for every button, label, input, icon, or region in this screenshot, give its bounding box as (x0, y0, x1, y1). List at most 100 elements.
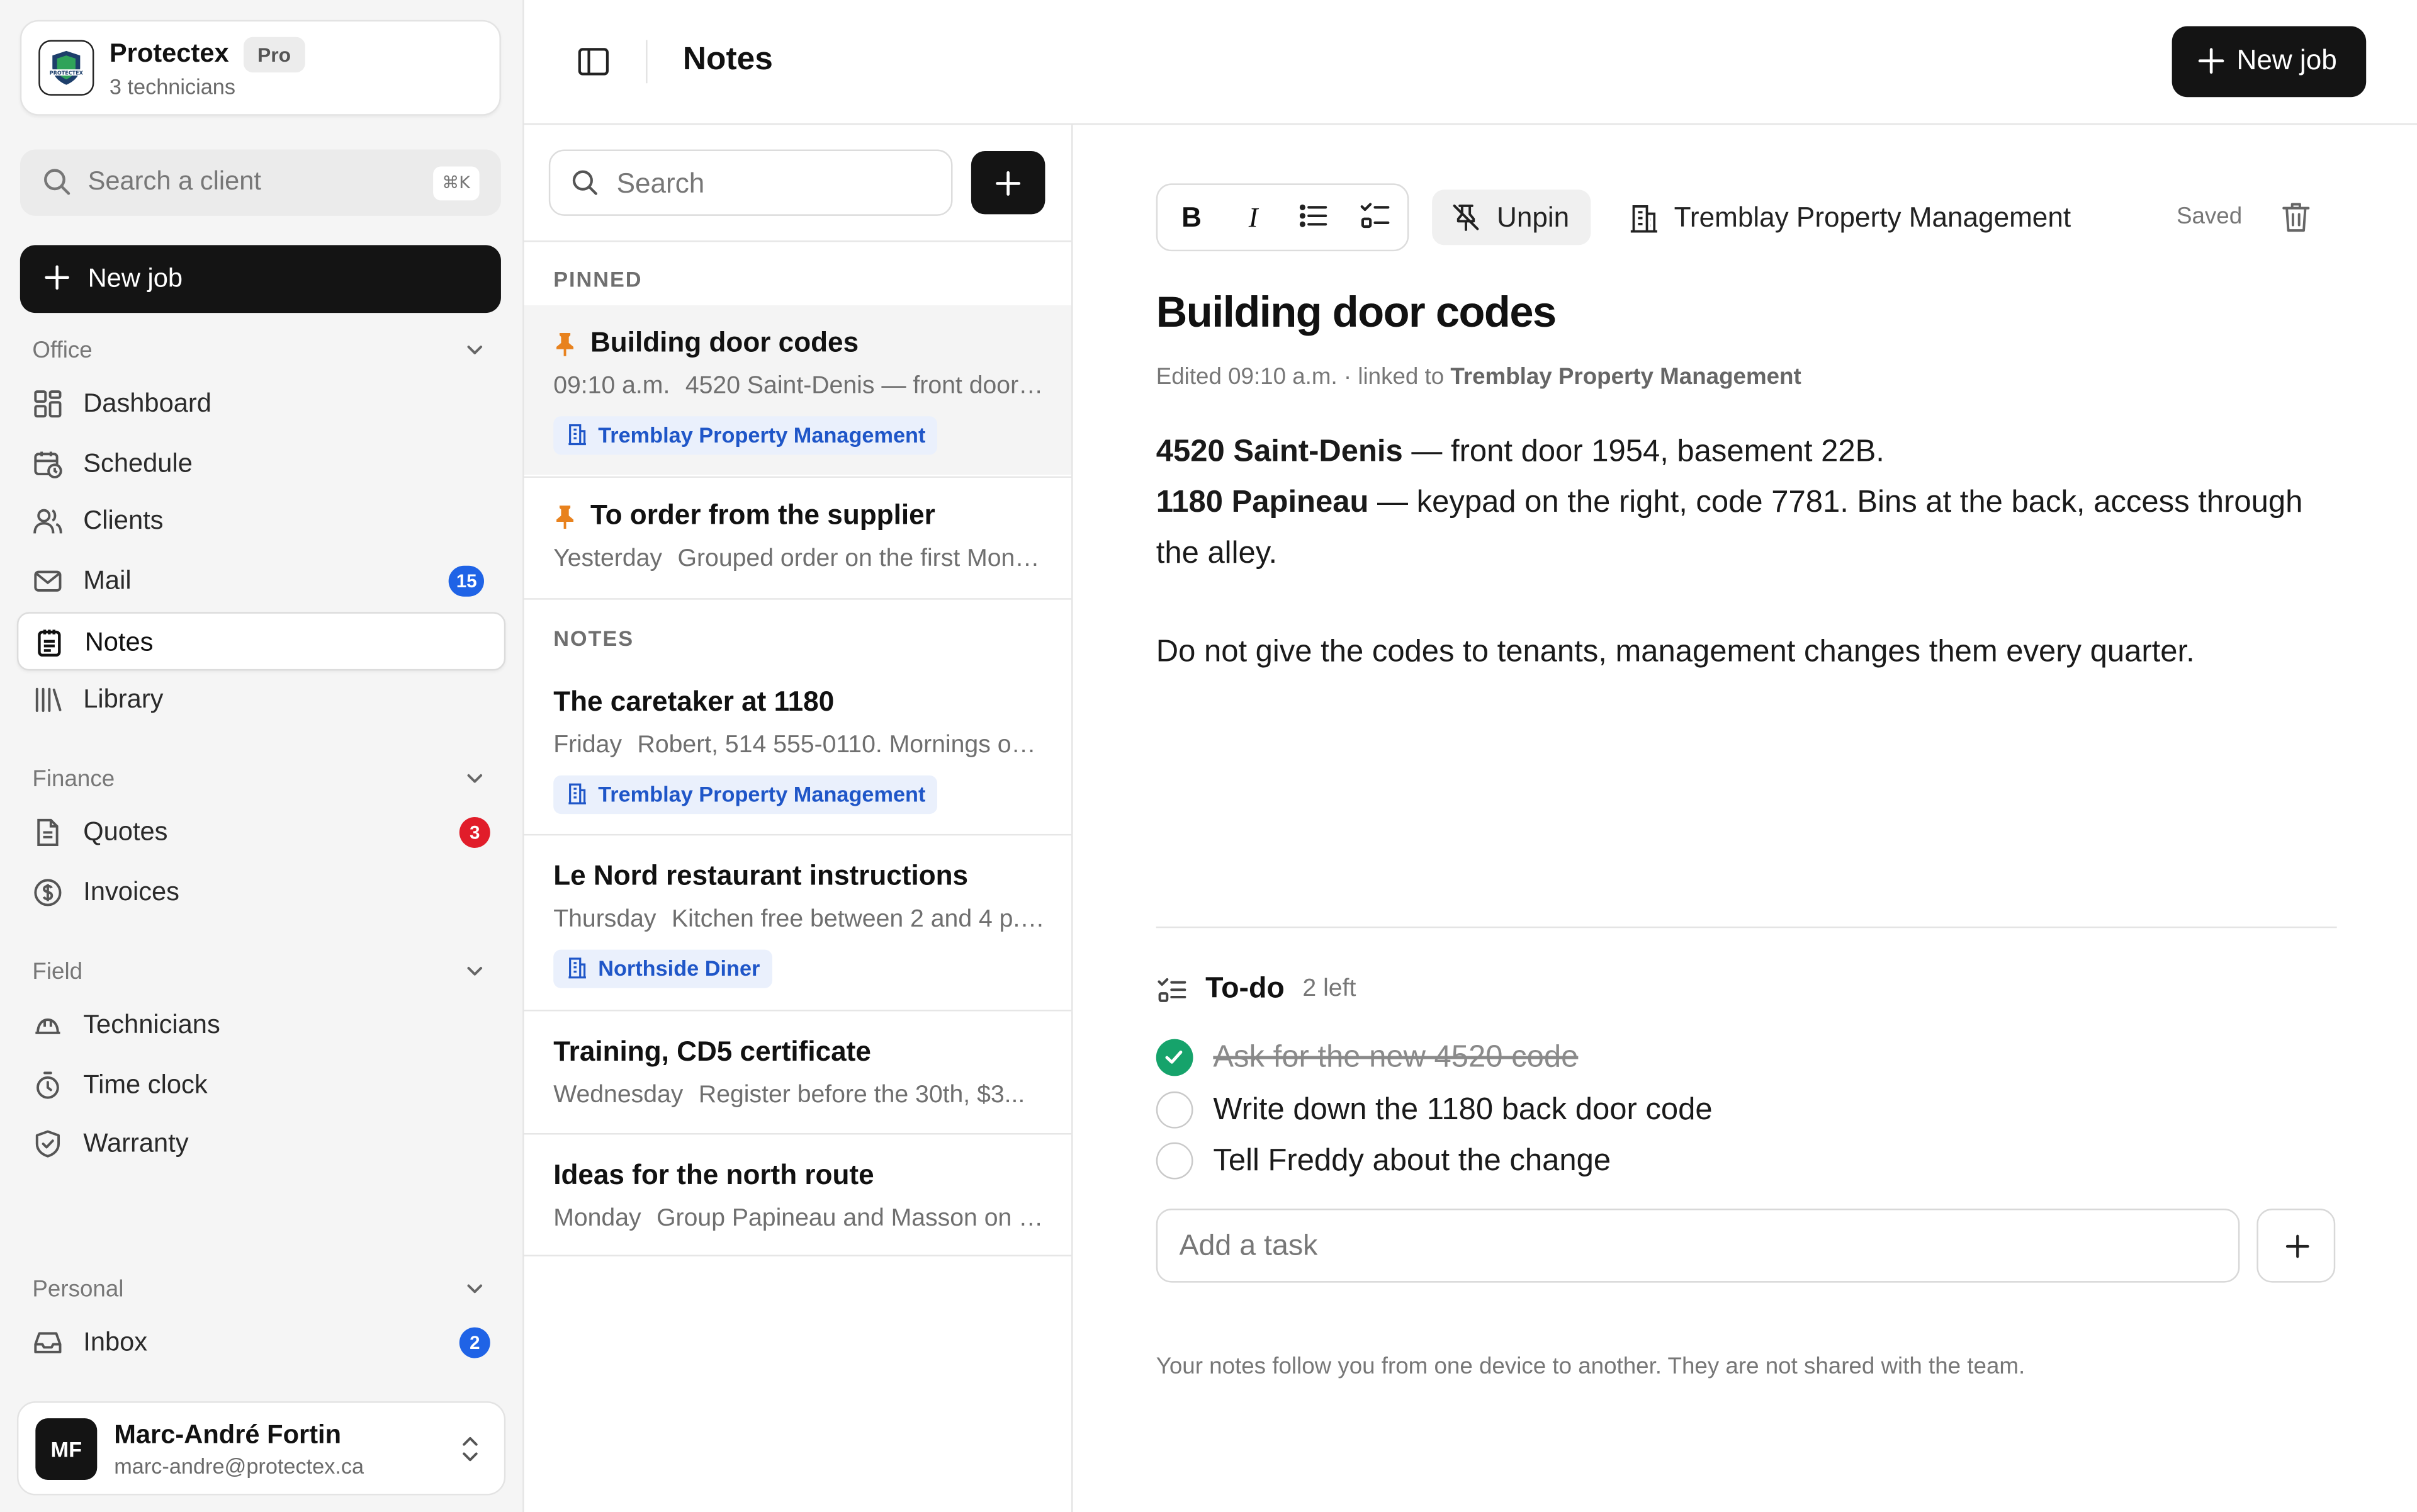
task-checkbox[interactable] (1156, 1039, 1193, 1076)
page-title: Notes (682, 42, 773, 77)
note-preview-text: Kitchen free between 2 and 4 p.m. (672, 906, 1047, 933)
sidebar-item-technicians[interactable]: Technicians (17, 996, 505, 1054)
note-title: Building door codes (590, 327, 859, 358)
unpin-button[interactable]: Unpin (1432, 189, 1591, 245)
divider (524, 1255, 1073, 1256)
task-checkbox[interactable] (1156, 1091, 1193, 1129)
client-tag[interactable]: Northside Diner (553, 949, 772, 988)
address-bold: 1180 Papineau (1156, 485, 1369, 520)
note-preview-text: 4520 Saint-Denis — front door 1954, base… (685, 373, 1047, 400)
pin-icon (553, 504, 577, 538)
note-item-supplier-order[interactable]: To order from the supplier Yesterday Grou… (524, 478, 1072, 599)
note-title: The caretaker at 1180 (553, 685, 835, 717)
todo-title: To-do (1205, 973, 1285, 1005)
new-job-button[interactable]: New job (20, 245, 501, 313)
notes-search-input[interactable]: Search (548, 149, 953, 216)
checklist-icon (1156, 974, 1188, 1015)
note-title[interactable]: Building door codes (1156, 288, 1557, 337)
chevron-down-icon[interactable] (464, 768, 485, 798)
note-date: Wednesday (553, 1082, 684, 1109)
note-preview-text: Register before the 30th, $3... (698, 1082, 1025, 1109)
org-logo: PROTECTEX (38, 40, 94, 96)
note-preview: Monday Group Papineau and Masson on the s… (553, 1205, 1047, 1233)
meta-client-link[interactable]: Tremblay Property Management (1450, 364, 1801, 390)
document-icon (32, 817, 63, 848)
sidebar-item-quotes[interactable]: Quotes 3 (17, 803, 505, 862)
note-meta: Edited 09:10 a.m. · linked to Tremblay P… (1156, 364, 1801, 390)
sidebar-item-notes[interactable]: Notes (16, 612, 506, 671)
note-date: Monday (553, 1205, 641, 1232)
sidebar-toggle-icon[interactable] (575, 43, 612, 81)
checklist-button[interactable] (1356, 199, 1394, 236)
chevron-down-icon[interactable] (464, 339, 485, 369)
building-icon (566, 419, 589, 458)
divider (524, 598, 1073, 600)
plus-icon (993, 168, 1023, 206)
sidebar-item-clients[interactable]: Clients (17, 492, 505, 550)
task-label: Ask for the new 4520 code (1213, 1041, 1579, 1075)
sidebar-item-label: Library (83, 684, 164, 714)
note-item-north-route[interactable]: Ideas for the north route Monday Group Pa… (524, 1137, 1072, 1255)
search-placeholder: Search a client (87, 166, 261, 196)
client-tag-label: Tremblay Property Management (598, 422, 926, 448)
plus-icon (2195, 45, 2227, 85)
header-new-job-button[interactable]: New job (2172, 26, 2367, 98)
top-header: Notes New job (524, 0, 2417, 125)
note-body[interactable]: 4520 Saint-Denis — front door 1954, base… (1156, 427, 2343, 678)
calendar-clock-icon (32, 449, 63, 480)
italic-button[interactable]: I (1235, 199, 1272, 236)
pin-icon (553, 332, 577, 366)
chevron-down-icon[interactable] (464, 961, 485, 990)
pin-off-icon (1451, 202, 1482, 240)
note-item-training[interactable]: Training, CD5 certificate Wednesday Regis… (524, 1014, 1072, 1134)
search-icon (570, 168, 600, 205)
bold-button[interactable]: B (1173, 199, 1210, 236)
client-tag[interactable]: Tremblay Property Management (553, 775, 938, 815)
task-checkbox[interactable] (1156, 1142, 1193, 1180)
svg-text:PROTECTEX: PROTECTEX (50, 69, 84, 76)
section-finance: Finance (32, 766, 115, 793)
note-item-caretaker[interactable]: The caretaker at 1180 Friday Robert, 514 … (524, 664, 1072, 834)
trash-icon[interactable] (2280, 200, 2312, 242)
sidebar-item-label: Quotes (83, 816, 168, 847)
avatar: MF (35, 1418, 98, 1481)
body-line: 1180 Papineau — keypad on the right, cod… (1156, 478, 2343, 580)
building-icon (1628, 202, 1660, 242)
note-editor: B I Unpin Tremblay Property Management S… (1074, 125, 2417, 1512)
divider (524, 1010, 1073, 1012)
sidebar-item-label: Dashboard (83, 388, 211, 418)
sidebar-item-label: Inbox (83, 1327, 148, 1357)
bullet-list-button[interactable] (1295, 199, 1332, 236)
add-task-input[interactable]: Add a task (1156, 1209, 2240, 1283)
client-tag[interactable]: Tremblay Property Management (553, 416, 938, 455)
divider (646, 40, 648, 84)
note-date: Friday (553, 732, 623, 759)
note-title: Le Nord restaurant instructions (553, 860, 969, 891)
note-item-building-door-codes[interactable]: Building door codes 09:10 a.m. 4520 Saint… (524, 305, 1072, 475)
sidebar-item-inbox[interactable]: Inbox 2 (17, 1314, 505, 1372)
user-menu[interactable]: MF Marc-André Fortin marc-andre@protecte… (16, 1401, 506, 1496)
org-switcher[interactable]: PROTECTEX Protectex Pro 3 technicians (20, 20, 501, 116)
divider (524, 240, 1073, 242)
note-item-le-nord[interactable]: Le Nord restaurant instructions Thursday… (524, 838, 1072, 1010)
client-search-input[interactable]: Search a client ⌘K (20, 149, 501, 216)
sidebar-item-warranty[interactable]: Warranty (17, 1115, 505, 1173)
hard-hat-icon (32, 1010, 63, 1041)
sidebar-item-mail[interactable]: Mail 15 (17, 552, 505, 611)
sidebar-item-library[interactable]: Library (17, 670, 505, 729)
sidebar-item-label: Technicians (83, 1010, 220, 1039)
sidebar-item-time-clock[interactable]: Time clock (17, 1056, 505, 1115)
add-task-button[interactable] (2256, 1209, 2336, 1283)
sidebar-item-schedule[interactable]: Schedule (17, 435, 505, 494)
inbox-icon (32, 1328, 63, 1358)
linked-client-label: Tremblay Property Management (1674, 201, 2071, 233)
divider (1156, 926, 2337, 928)
add-note-button[interactable] (971, 151, 1045, 215)
unpin-label: Unpin (1496, 201, 1570, 233)
body-line: 4520 Saint-Denis — front door 1954, base… (1156, 427, 2343, 478)
chevron-down-icon[interactable] (464, 1278, 485, 1307)
sidebar-item-dashboard[interactable]: Dashboard (17, 375, 505, 433)
note-date: Thursday (553, 906, 656, 933)
plus-icon (2283, 1232, 2313, 1269)
sidebar-item-invoices[interactable]: Invoices (17, 863, 505, 922)
